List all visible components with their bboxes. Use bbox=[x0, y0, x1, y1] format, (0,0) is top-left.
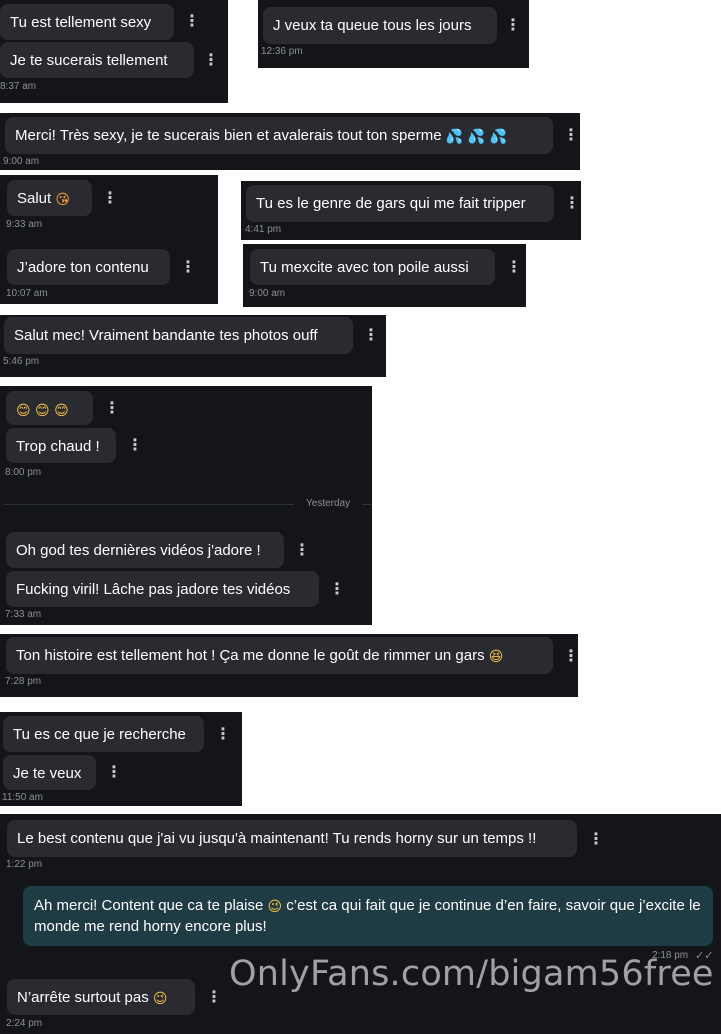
message-timestamp: 12:36 pm bbox=[261, 46, 303, 57]
message-bubble[interactable]: Je te veux bbox=[3, 755, 96, 790]
winking-face-icon: 😉 bbox=[267, 899, 283, 915]
message-bubble[interactable]: Tu mexcite avec ton poile aussi bbox=[250, 249, 495, 285]
more-options-icon[interactable]: ⋮ bbox=[505, 18, 521, 34]
more-options-icon[interactable]: ⋮ bbox=[127, 438, 143, 454]
smiling-face-icon: 😊 😊 😊 bbox=[16, 403, 69, 419]
message-text: Je te veux bbox=[13, 765, 82, 782]
chat-panel-4: Salut 😘 ⋮ 9:33 am J’adore ton contenu ⋮ … bbox=[0, 175, 218, 304]
message-timestamp: 9:00 am bbox=[249, 288, 286, 299]
message-bubble[interactable]: J’adore ton contenu bbox=[7, 249, 170, 285]
chat-panel-5: Tu es le genre de gars qui me fait tripp… bbox=[241, 181, 581, 240]
message-text: Tu es ce que je recherche bbox=[13, 726, 186, 743]
message-text: Tu mexcite avec ton poile aussi bbox=[260, 259, 469, 276]
message-bubble[interactable]: Fucking viril! Lâche pas jadore tes vidé… bbox=[6, 571, 319, 607]
more-options-icon[interactable]: ⋮ bbox=[506, 260, 522, 276]
message-bubble[interactable]: Tu es le genre de gars qui me fait tripp… bbox=[246, 185, 554, 222]
message-timestamp: 9:33 am bbox=[6, 219, 43, 230]
message-timestamp: 7:28 pm bbox=[5, 676, 42, 687]
message-timestamp: 8:00 pm bbox=[5, 467, 42, 478]
chat-panel-9: Ton histoire est tellement hot ! Ça me d… bbox=[0, 634, 579, 697]
chat-panel-7: Salut mec! Vraiment bandante tes photos … bbox=[0, 315, 386, 377]
more-options-icon[interactable]: ⋮ bbox=[104, 401, 120, 417]
chat-panel-2: J veux ta queue tous les jours ⋮ 12:36 p… bbox=[258, 0, 529, 68]
message-text: Tu est tellement sexy bbox=[10, 14, 152, 31]
message-bubble[interactable]: Merci! Très sexy, je te sucerais bien et… bbox=[5, 117, 553, 154]
message-timestamp: 1:22 pm bbox=[6, 859, 43, 870]
message-text: Fucking viril! Lâche pas jadore tes vidé… bbox=[16, 581, 291, 598]
more-options-icon[interactable]: ⋮ bbox=[203, 53, 219, 69]
chat-panel-6: Tu mexcite avec ton poile aussi ⋮ 9:00 a… bbox=[243, 244, 526, 307]
message-bubble[interactable]: Tu est tellement sexy bbox=[0, 4, 174, 40]
message-bubble[interactable]: Je te sucerais tellement bbox=[0, 42, 194, 78]
more-options-icon[interactable]: ⋮ bbox=[329, 582, 345, 598]
message-bubble[interactable]: Le best contenu que j'ai vu jusqu'à main… bbox=[7, 820, 577, 857]
more-options-icon[interactable]: ⋮ bbox=[102, 191, 118, 207]
laughing-face-icon: 😆 bbox=[488, 649, 504, 665]
chat-panel-3: Merci! Très sexy, je te sucerais bien et… bbox=[0, 113, 580, 170]
message-bubble[interactable]: Trop chaud ! bbox=[6, 428, 116, 463]
kiss-face-icon: 😘 bbox=[55, 192, 70, 208]
chat-panel-8: 😊 😊 😊 ⋮ Trop chaud ! ⋮ 8:00 pm Yesterday… bbox=[0, 386, 372, 625]
more-options-icon[interactable]: ⋮ bbox=[563, 128, 579, 144]
message-text: Salut mec! Vraiment bandante tes photos … bbox=[14, 327, 318, 344]
more-options-icon[interactable]: ⋮ bbox=[206, 990, 222, 1006]
message-bubble[interactable]: Oh god tes dernières vidéos j'adore ! bbox=[6, 532, 284, 568]
message-timestamp: 7:33 am bbox=[5, 609, 42, 620]
message-timestamp: 4:41 pm bbox=[245, 224, 282, 235]
message-timestamp: 8:37 am bbox=[0, 81, 37, 92]
more-options-icon[interactable]: ⋮ bbox=[215, 727, 231, 743]
message-text: Le best contenu que j'ai vu jusqu'à main… bbox=[17, 830, 537, 847]
date-separator: Yesterday bbox=[306, 498, 351, 509]
message-timestamp: 2:24 pm bbox=[6, 1018, 43, 1029]
message-text: Ah merci! Content que ca te plaise bbox=[34, 897, 264, 914]
message-text: Merci! Très sexy, je te sucerais bien et… bbox=[15, 127, 442, 144]
message-timestamp: 9:00 am bbox=[3, 156, 40, 167]
message-bubble[interactable]: N’arrête surtout pas 😉 bbox=[7, 979, 195, 1015]
more-options-icon[interactable]: ⋮ bbox=[294, 543, 310, 559]
message-bubble[interactable]: Ton histoire est tellement hot ! Ça me d… bbox=[6, 637, 553, 674]
date-separator-line bbox=[362, 504, 372, 505]
message-text: Trop chaud ! bbox=[16, 438, 100, 455]
more-options-icon[interactable]: ⋮ bbox=[564, 196, 580, 212]
message-text: J veux ta queue tous les jours bbox=[273, 17, 472, 34]
more-options-icon[interactable]: ⋮ bbox=[588, 832, 604, 848]
message-bubble[interactable]: 😊 😊 😊 bbox=[6, 391, 93, 425]
message-timestamp: 10:07 am bbox=[6, 288, 48, 299]
date-separator-line bbox=[4, 504, 294, 505]
sweat-droplets-icon: 💦 💦 💦 bbox=[445, 129, 507, 145]
message-bubble[interactable]: Salut mec! Vraiment bandante tes photos … bbox=[4, 317, 353, 354]
message-text: Salut bbox=[17, 190, 52, 207]
message-bubble[interactable]: Salut 😘 bbox=[7, 180, 92, 216]
message-text: N’arrête surtout pas bbox=[17, 989, 149, 1006]
message-text: J’adore ton contenu bbox=[17, 259, 149, 276]
message-text: Tu es le genre de gars qui me fait tripp… bbox=[256, 195, 526, 212]
outgoing-message-bubble[interactable]: Ah merci! Content que ca te plaise 😉 c’e… bbox=[23, 886, 713, 946]
winking-face-icon: 😉 bbox=[152, 991, 168, 1007]
message-timestamp: 11:50 am bbox=[2, 792, 43, 803]
message-text: Oh god tes dernières vidéos j'adore ! bbox=[16, 542, 261, 559]
message-timestamp: 5:46 pm bbox=[3, 356, 40, 367]
more-options-icon[interactable]: ⋮ bbox=[184, 14, 200, 30]
chat-panel-11: Le best contenu que j'ai vu jusqu'à main… bbox=[0, 814, 721, 1034]
watermark: OnlyFans.com/bigam56free bbox=[229, 954, 714, 994]
message-bubble[interactable]: Tu es ce que je recherche bbox=[3, 716, 204, 752]
more-options-icon[interactable]: ⋮ bbox=[363, 328, 379, 344]
chat-panel-10: Tu es ce que je recherche ⋮ Je te veux ⋮… bbox=[0, 712, 242, 806]
message-bubble[interactable]: J veux ta queue tous les jours bbox=[263, 7, 497, 44]
message-text: Je te sucerais tellement bbox=[10, 52, 168, 69]
message-text: Ton histoire est tellement hot ! Ça me d… bbox=[16, 647, 485, 664]
more-options-icon[interactable]: ⋮ bbox=[106, 765, 122, 781]
chat-panel-1: Tu est tellement sexy ⋮ Je te sucerais t… bbox=[0, 0, 228, 103]
more-options-icon[interactable]: ⋮ bbox=[563, 649, 579, 665]
more-options-icon[interactable]: ⋮ bbox=[180, 260, 196, 276]
